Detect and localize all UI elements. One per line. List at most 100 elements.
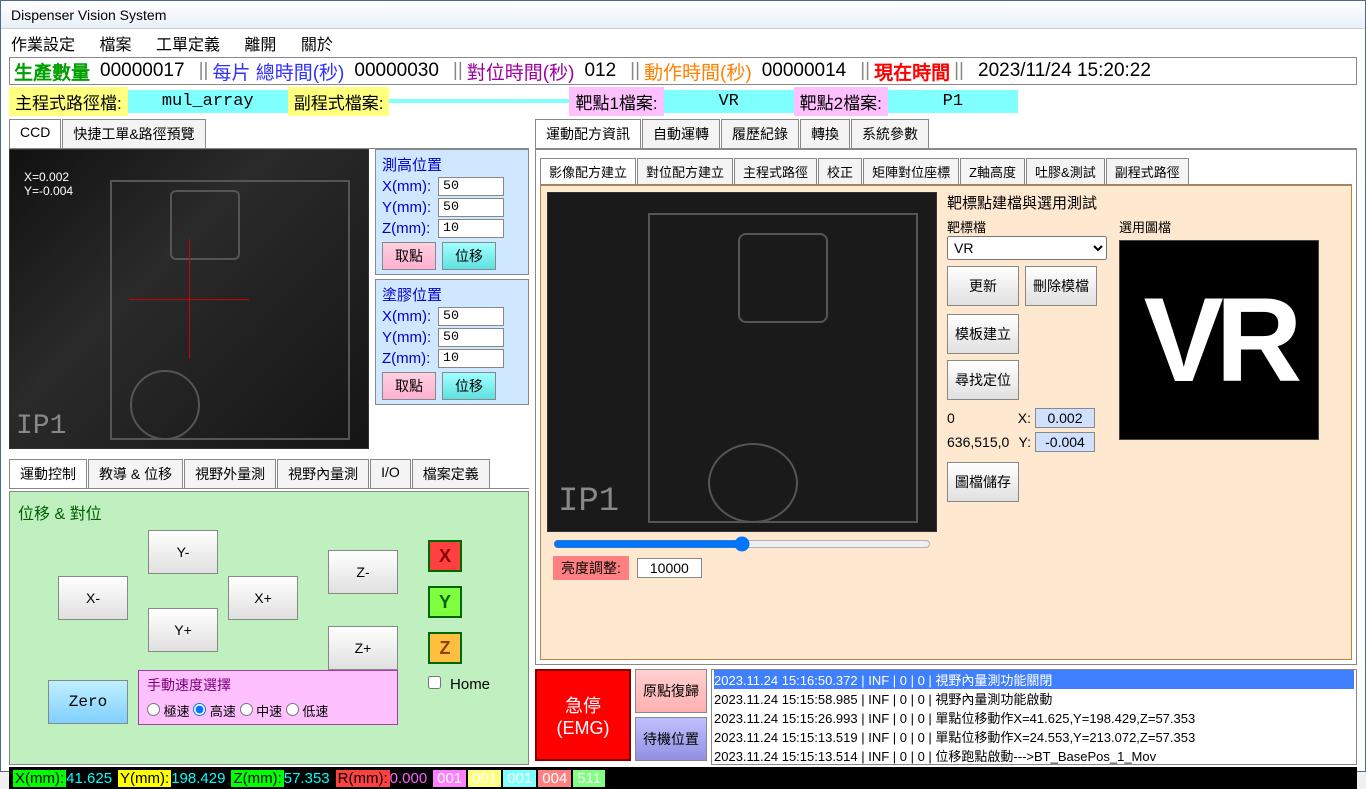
log-row: 2023.11.24 15:15:13.514 | INF | 0 | 0 | … — [714, 746, 1354, 765]
axis-x-button[interactable]: X — [428, 540, 462, 572]
subtab-z-height[interactable]: Z軸高度 — [960, 158, 1025, 184]
subtab-main-path[interactable]: 主程式路徑 — [734, 158, 817, 184]
speed-mid[interactable]: 中速 — [240, 704, 283, 719]
tab-convert[interactable]: 轉換 — [800, 119, 850, 148]
log-panel[interactable]: 2023.11.24 15:16:50.372 | INF | 0 | 0 | … — [711, 669, 1357, 765]
glue-title: 塗膠位置 — [382, 284, 522, 305]
jog-y-minus[interactable]: Y- — [148, 530, 218, 574]
subtab-matrix[interactable]: 矩陣對位座標 — [863, 158, 959, 184]
jog-z-plus[interactable]: Z+ — [328, 626, 398, 670]
menu-order[interactable]: 工單定義 — [156, 37, 220, 54]
tab-auto-run[interactable]: 自動運轉 — [642, 119, 720, 148]
footer-x-value: 41.625 — [66, 770, 112, 787]
home-checkbox[interactable]: Home — [428, 676, 490, 694]
measure-height-panel: 測高位置 X(mm): Y(mm): Z(mm): 取點 位移 — [375, 149, 529, 275]
subtab-calib[interactable]: 校正 — [818, 158, 862, 184]
glue-z-input[interactable] — [438, 349, 504, 368]
left-tabs: CCD 快捷工單&路徑預覽 — [9, 119, 529, 149]
axis-z-button[interactable]: Z — [428, 632, 462, 664]
zero-button[interactable]: Zero — [48, 680, 128, 724]
motion-panel: 位移 & 對位 Y- X- X+ Y+ Z- Z+ X Y Z Zero 手動速… — [9, 491, 529, 765]
footer-r-label: R(mm): — [336, 770, 390, 787]
file-bar: 主程式路徑檔: mul_array 副程式檔案: 靶點1檔案: VR 靶點2檔案… — [9, 87, 1357, 115]
tab-preview[interactable]: 快捷工單&路徑預覽 — [62, 119, 205, 148]
tab-motion-control[interactable]: 運動控制 — [9, 459, 87, 488]
prod-qty-value: 00000017 — [100, 60, 185, 82]
y-value: -0.004 — [1035, 432, 1095, 452]
speed-high[interactable]: 高速 — [193, 704, 236, 719]
target2-label: 靶點2檔案: — [794, 87, 888, 116]
brightness-slider[interactable] — [553, 536, 931, 552]
subtab-align-recipe[interactable]: 對位配方建立 — [637, 158, 733, 184]
tab-file-def[interactable]: 檔案定義 — [412, 459, 490, 488]
tab-history[interactable]: 履歷紀錄 — [721, 119, 799, 148]
axis-y-button[interactable]: Y — [428, 586, 462, 618]
now-label: 現在時間 — [874, 58, 950, 85]
log-row: 2023.11.24 15:15:26.993 | INF | 0 | 0 | … — [714, 708, 1354, 727]
home-button[interactable]: 原點復歸 — [635, 669, 707, 713]
menubar: 作業設定 檔案 工單定義 離開 關於 — [1, 29, 1365, 55]
cycle-value: 00000030 — [354, 60, 439, 82]
origin-label: 0 — [947, 410, 1007, 426]
speed-low[interactable]: 低速 — [286, 704, 329, 719]
tab-recipe-info[interactable]: 運動配方資訊 — [535, 119, 641, 148]
jog-x-plus[interactable]: X+ — [228, 576, 298, 620]
update-button[interactable]: 更新 — [947, 266, 1019, 306]
tab-fov-out[interactable]: 視野外量測 — [184, 459, 276, 488]
motion-label: 動作時間(秒) — [644, 58, 752, 85]
motion-title: 位移 & 對位 — [18, 500, 520, 524]
jog-z-minus[interactable]: Z- — [328, 550, 398, 594]
footer-bit: 001 — [468, 770, 501, 787]
footer-y-label: Y(mm): — [118, 770, 171, 787]
subtab-dispense[interactable]: 吐膠&測試 — [1026, 158, 1105, 184]
glue-y-input[interactable] — [438, 328, 504, 347]
subtab-image-recipe[interactable]: 影像配方建立 — [540, 158, 636, 184]
meas-x-input[interactable] — [438, 177, 504, 196]
target-file-label: 靶標檔 — [947, 217, 1107, 236]
jog-y-plus[interactable]: Y+ — [148, 608, 218, 652]
standby-button[interactable]: 待機位置 — [635, 717, 707, 761]
glue-position-panel: 塗膠位置 X(mm): Y(mm): Z(mm): 取點 位移 — [375, 279, 529, 405]
tab-ccd[interactable]: CCD — [9, 119, 61, 148]
glue-pick-button[interactable]: 取點 — [382, 372, 436, 400]
meas-move-button[interactable]: 位移 — [442, 242, 496, 270]
subtab-sub-path[interactable]: 副程式路徑 — [1106, 158, 1189, 184]
build-template-button[interactable]: 模板建立 — [947, 314, 1019, 354]
main-program-label: 主程式路徑檔: — [9, 87, 128, 116]
delete-template-button[interactable]: 刪除模檔 — [1025, 266, 1097, 306]
measure-height-title: 測高位置 — [382, 154, 522, 175]
meas-pick-button[interactable]: 取點 — [382, 242, 436, 270]
template-preview: VR — [1119, 240, 1319, 440]
emergency-stop-button[interactable]: 急停(EMG) — [535, 669, 631, 761]
recipe-image[interactable]: IP1 — [547, 192, 937, 532]
save-image-button[interactable]: 圖檔儲存 — [947, 462, 1019, 502]
find-locate-button[interactable]: 尋找定位 — [947, 360, 1019, 400]
meas-z-input[interactable] — [438, 219, 504, 238]
ccd-coords: X=0.002Y=-0.004 — [24, 170, 73, 198]
speed-select-panel: 手動速度選擇 極速 高速 中速 低速 — [138, 670, 398, 725]
tab-teach[interactable]: 教導 & 位移 — [88, 459, 183, 488]
target2-value: P1 — [888, 90, 1018, 113]
footer-y-value: 198.429 — [171, 770, 225, 787]
tab-io[interactable]: I/O — [370, 459, 411, 488]
menu-exit[interactable]: 離開 — [244, 37, 276, 54]
speed-max[interactable]: 極速 — [147, 704, 190, 719]
target-file-select[interactable]: VR — [947, 236, 1107, 260]
menu-file[interactable]: 檔案 — [99, 37, 131, 54]
menu-about[interactable]: 關於 — [301, 37, 333, 54]
motion-tabs: 運動控制 教導 & 位移 視野外量測 視野內量測 I/O 檔案定義 — [9, 459, 529, 489]
ccd-image[interactable]: X=0.002Y=-0.004 IP1 — [9, 149, 369, 449]
motion-value: 00000014 — [762, 60, 847, 82]
window-titlebar: Dispenser Vision System — [1, 1, 1365, 29]
prod-qty-label: 生產數量 — [14, 58, 90, 85]
tab-fov-in[interactable]: 視野內量測 — [277, 459, 369, 488]
main-program-value: mul_array — [128, 90, 288, 113]
brightness-label: 亮度調整: — [553, 556, 629, 580]
jog-x-minus[interactable]: X- — [58, 576, 128, 620]
tab-sys-params[interactable]: 系統參數 — [851, 119, 929, 148]
glue-move-button[interactable]: 位移 — [442, 372, 496, 400]
glue-x-input[interactable] — [438, 307, 504, 326]
menu-job[interactable]: 作業設定 — [11, 37, 75, 54]
selected-image-label: 選用圖檔 — [1119, 217, 1319, 236]
meas-y-input[interactable] — [438, 198, 504, 217]
